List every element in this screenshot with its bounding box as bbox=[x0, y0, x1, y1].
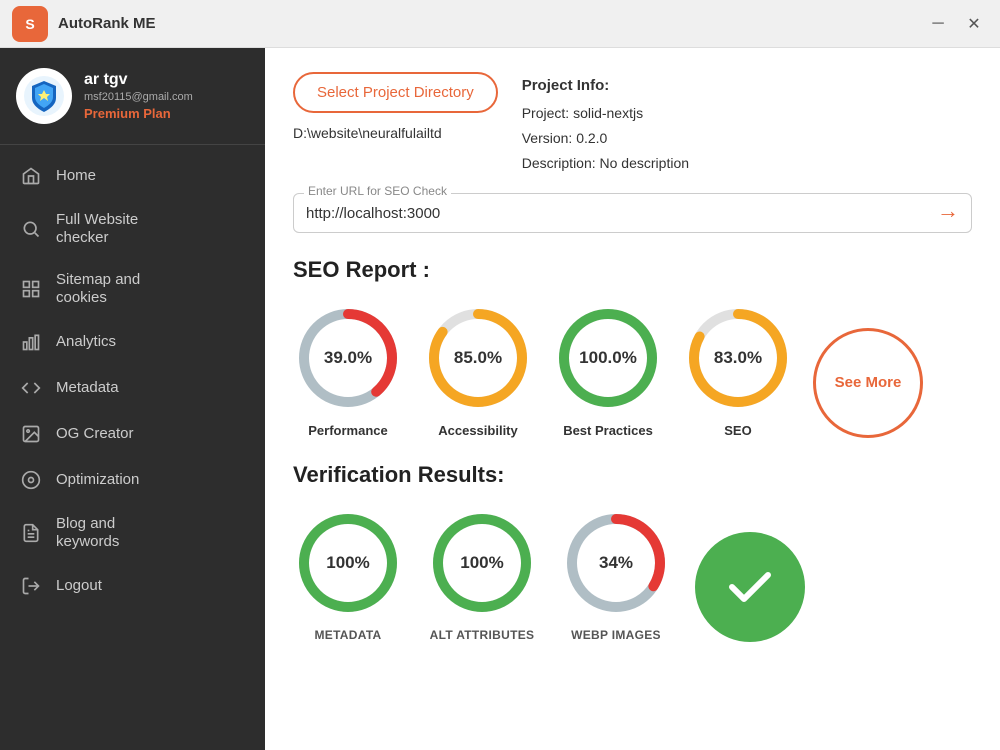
top-row: Select Project Directory D:\website\neur… bbox=[293, 72, 972, 177]
url-input[interactable] bbox=[306, 199, 929, 222]
user-plan: Premium Plan bbox=[84, 106, 193, 121]
sidebar-item-og-creator[interactable]: OG Creator bbox=[0, 411, 265, 457]
verify-chart-alt-attributes: 100% ALT ATTRIBUTES bbox=[427, 508, 537, 642]
donut-value: 100.0% bbox=[579, 348, 637, 368]
minimize-button[interactable]: ─ bbox=[924, 10, 952, 38]
donut-value: 100% bbox=[326, 553, 369, 573]
chart-performance: 39.0% Performance bbox=[293, 303, 403, 438]
sidebar-item-sitemap-cookies[interactable]: Sitemap andcookies bbox=[0, 259, 265, 319]
select-project-directory-button[interactable]: Select Project Directory bbox=[293, 72, 498, 113]
sidebar-item-label: Home bbox=[56, 167, 96, 185]
url-go-button[interactable]: → bbox=[937, 198, 959, 224]
sidebar-item-full-website-checker[interactable]: Full Websitechecker bbox=[0, 199, 265, 259]
see-more-button[interactable]: See More bbox=[813, 328, 923, 438]
chart-accessibility: 85.0% Accessibility bbox=[423, 303, 533, 438]
project-info: Project Info: Project: solid-nextjs Vers… bbox=[522, 72, 689, 177]
avatar bbox=[16, 68, 72, 124]
verify-chart-webp-images: 34% WEBP IMAGES bbox=[561, 508, 671, 642]
sidebar-item-label: Logout bbox=[56, 577, 102, 595]
nav-menu: Home Full Websitechecker Sitemap andcook… bbox=[0, 145, 265, 750]
close-button[interactable]: ✕ bbox=[960, 10, 988, 38]
sidebar-item-label: Blog andkeywords bbox=[56, 515, 119, 551]
donut-best-practices: 100.0% bbox=[553, 303, 663, 413]
user-email: msf20115@gmail.com bbox=[84, 91, 193, 103]
sidebar-item-label: Optimization bbox=[56, 471, 139, 489]
sidebar-item-label: Full Websitechecker bbox=[56, 211, 138, 247]
sidebar-item-optimization[interactable]: Optimization bbox=[0, 457, 265, 503]
titlebar: S AutoRank ME ─ ✕ bbox=[0, 0, 1000, 48]
sidebar: ar tgv msf20115@gmail.com Premium Plan H… bbox=[0, 48, 265, 750]
user-name: ar tgv bbox=[84, 71, 193, 89]
project-version: Version: 0.2.0 bbox=[522, 126, 689, 151]
app-title: AutoRank ME bbox=[58, 15, 914, 32]
sidebar-item-logout[interactable]: Logout bbox=[0, 563, 265, 609]
project-info-title: Project Info: bbox=[522, 72, 689, 99]
user-section: ar tgv msf20115@gmail.com Premium Plan bbox=[0, 48, 265, 145]
checkmark-badge bbox=[695, 532, 805, 642]
home-icon bbox=[20, 165, 42, 187]
sidebar-item-metadata[interactable]: Metadata bbox=[0, 365, 265, 411]
image-icon bbox=[20, 423, 42, 445]
window-controls: ─ ✕ bbox=[924, 10, 988, 38]
sidebar-item-blog-keywords[interactable]: Blog andkeywords bbox=[0, 503, 265, 563]
verify-donut-alt-attributes: 100% bbox=[427, 508, 537, 618]
see-more-item: See More bbox=[813, 328, 923, 438]
verify-donut-metadata: 100% bbox=[293, 508, 403, 618]
grid-icon bbox=[20, 278, 42, 300]
donut-value: 85.0% bbox=[454, 348, 502, 368]
chart-label-accessibility: Accessibility bbox=[438, 423, 518, 438]
donut-performance: 39.0% bbox=[293, 303, 403, 413]
chart-label-performance: Performance bbox=[308, 423, 387, 438]
verification-section: Verification Results: 100% METADATA bbox=[293, 462, 972, 642]
top-left: Select Project Directory D:\website\neur… bbox=[293, 72, 498, 157]
seo-charts-row: 39.0% Performance 85.0% Accessibility bbox=[293, 303, 972, 438]
sidebar-item-label: OG Creator bbox=[56, 425, 134, 443]
directory-path: D:\website\neuralfulailtd bbox=[293, 125, 498, 141]
chart-best-practices: 100.0% Best Practices bbox=[553, 303, 663, 438]
bar-chart-icon bbox=[20, 331, 42, 353]
verify-label-webp-images: WEBP IMAGES bbox=[571, 628, 661, 642]
chart-seo: 83.0% SEO bbox=[683, 303, 793, 438]
donut-seo: 83.0% bbox=[683, 303, 793, 413]
verify-chart-metadata: 100% METADATA bbox=[293, 508, 403, 642]
verify-charts-row: 100% METADATA 100% ALT ATTRIBUTES bbox=[293, 508, 972, 642]
sidebar-item-label: Sitemap andcookies bbox=[56, 271, 140, 307]
search-icon bbox=[20, 218, 42, 240]
sidebar-item-home[interactable]: Home bbox=[0, 153, 265, 199]
verification-title: Verification Results: bbox=[293, 462, 972, 488]
user-info: ar tgv msf20115@gmail.com Premium Plan bbox=[84, 71, 193, 121]
url-input-label: Enter URL for SEO Check bbox=[304, 184, 451, 198]
verify-label-alt-attributes: ALT ATTRIBUTES bbox=[430, 628, 535, 642]
settings-icon bbox=[20, 469, 42, 491]
project-description: Description: No description bbox=[522, 151, 689, 176]
sidebar-item-label: Analytics bbox=[56, 333, 116, 351]
verify-label-metadata: METADATA bbox=[314, 628, 381, 642]
main-content: Select Project Directory D:\website\neur… bbox=[265, 48, 1000, 750]
logout-icon bbox=[20, 575, 42, 597]
chart-label-best-practices: Best Practices bbox=[563, 423, 653, 438]
donut-value: 39.0% bbox=[324, 348, 372, 368]
donut-accessibility: 85.0% bbox=[423, 303, 533, 413]
verify-checkmark-item bbox=[695, 532, 805, 642]
app-logo: S bbox=[12, 6, 48, 42]
code-icon bbox=[20, 377, 42, 399]
verify-donut-webp-images: 34% bbox=[561, 508, 671, 618]
donut-value: 83.0% bbox=[714, 348, 762, 368]
project-name: Project: solid-nextjs bbox=[522, 101, 689, 126]
url-input-wrapper: Enter URL for SEO Check → bbox=[293, 193, 972, 233]
app-body: ar tgv msf20115@gmail.com Premium Plan H… bbox=[0, 48, 1000, 750]
arrow-right-icon: → bbox=[937, 198, 959, 224]
seo-report-title: SEO Report : bbox=[293, 257, 972, 283]
sidebar-item-label: Metadata bbox=[56, 379, 119, 397]
donut-value: 100% bbox=[460, 553, 503, 573]
chart-label-seo: SEO bbox=[724, 423, 751, 438]
file-text-icon bbox=[20, 522, 42, 544]
sidebar-item-analytics[interactable]: Analytics bbox=[0, 319, 265, 365]
donut-value: 34% bbox=[599, 553, 633, 573]
